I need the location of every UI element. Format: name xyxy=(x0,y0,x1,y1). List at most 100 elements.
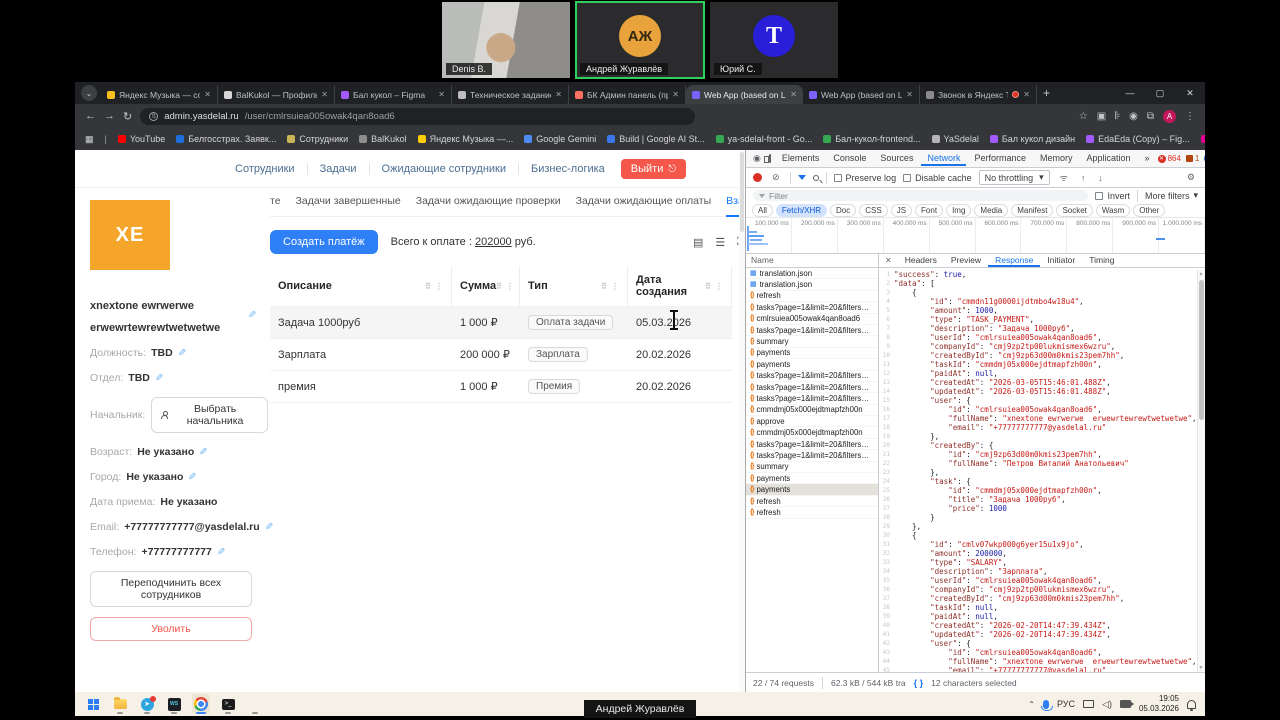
request-row[interactable]: summary xyxy=(746,336,878,348)
request-row[interactable]: cmmdmj05x000ejdtmapfzh00n xyxy=(746,427,878,439)
tab-close-icon[interactable]: ✕ xyxy=(204,90,211,99)
edit-field-icon[interactable]: ✎ xyxy=(155,373,163,384)
drag-handle-icon[interactable] xyxy=(601,282,607,291)
taskbar-app-icon[interactable]: >_ xyxy=(219,694,237,714)
request-row[interactable]: tasks?page=1&limit=20&filters%5... xyxy=(746,382,878,394)
task-tab[interactable]: Задачи ожидающие проверки xyxy=(416,195,561,207)
bookmark-item[interactable]: Бал-кукол-frontend... xyxy=(823,134,921,144)
task-tab[interactable]: Задачи завершенные xyxy=(296,195,401,207)
admin-nav-link[interactable]: Задачи xyxy=(308,163,370,175)
browser-tab[interactable]: Web App (based on LiteF ✕ xyxy=(803,85,920,104)
bookmark-item[interactable]: BalKukol xyxy=(359,134,407,144)
response-pane-tab[interactable]: Headers xyxy=(898,254,944,267)
response-json-viewer[interactable]: 1 "success": true, 2 "data": [3 {4 "id": "c… xyxy=(879,268,1205,672)
request-row[interactable]: translation.json xyxy=(746,268,878,280)
notifications-bell-icon[interactable] xyxy=(1187,699,1196,711)
tab-close-icon[interactable]: ✕ xyxy=(906,90,913,99)
taskbar-app-icon[interactable] xyxy=(111,694,129,714)
table-header-cell[interactable]: Описание xyxy=(270,266,452,306)
response-pane-tab[interactable]: Initiator xyxy=(1040,254,1082,267)
bookmark-item[interactable]: GraphQL Playground xyxy=(1200,134,1205,144)
bookmark-item[interactable]: EdaEda (Copy) – Fig... xyxy=(1086,134,1190,144)
edit-field-icon[interactable]: ✎ xyxy=(178,348,186,359)
task-tab[interactable]: те xyxy=(270,195,281,207)
speaker-icon[interactable]: ◁) xyxy=(1102,699,1112,710)
tab-close-icon[interactable]: ✕ xyxy=(672,90,679,99)
table-density-icon[interactable] xyxy=(693,236,703,249)
clear-network-icon[interactable] xyxy=(769,172,783,183)
request-row[interactable]: tasks?page=1&limit=20&filters%5... xyxy=(746,393,878,405)
logout-button[interactable]: Выйти xyxy=(620,159,687,179)
scrollbar-thumb[interactable] xyxy=(1199,280,1204,420)
browser-tab[interactable]: Web App (based on LiteF ✕ xyxy=(686,85,803,104)
filter-chip[interactable]: Other xyxy=(1133,203,1166,217)
device-toolbar-icon[interactable] xyxy=(763,154,771,163)
tab-close-icon[interactable]: ✕ xyxy=(321,90,328,99)
table-row[interactable]: Зарплата 200 000 ₽ Зарплата 20.02.2026 xyxy=(270,338,732,370)
bookmark-item[interactable]: Яндекс Музыка —... xyxy=(417,134,513,144)
request-row[interactable]: payments xyxy=(746,484,878,496)
throttling-select[interactable]: No throttling xyxy=(978,170,1050,185)
filter-chip[interactable]: Wasm xyxy=(1095,203,1131,217)
extension-icon[interactable] xyxy=(1097,111,1106,122)
devtools-tab[interactable]: Console xyxy=(827,151,872,166)
request-row[interactable]: tasks?page=1&limit=20&filters%5... xyxy=(746,302,878,314)
request-row[interactable]: refresh xyxy=(746,291,878,303)
forward-button[interactable] xyxy=(104,110,115,122)
filter-chip[interactable]: All xyxy=(752,203,773,217)
tab-close-icon[interactable]: ✕ xyxy=(555,90,562,99)
apps-grid-icon[interactable] xyxy=(85,134,94,145)
network-overview-timeline[interactable]: 100.000 ms 200.000 ms 300.000 ms 400.000… xyxy=(746,218,1205,254)
preserve-log-checkbox[interactable]: Preserve log xyxy=(833,173,896,183)
participant-tile[interactable]: АЖ Андрей Журавлёв xyxy=(575,1,705,79)
column-menu-icon[interactable] xyxy=(715,282,723,291)
list-view-icon[interactable] xyxy=(715,236,725,249)
minimize-button[interactable] xyxy=(1115,88,1145,99)
column-menu-icon[interactable] xyxy=(611,282,619,291)
more-filters-button[interactable]: More filters xyxy=(1145,190,1198,201)
requests-count[interactable]: 22 / 74 requests xyxy=(753,678,814,688)
participant-tile[interactable]: Т Юрий С. xyxy=(710,2,838,78)
task-tab[interactable]: Задачи ожидающие оплаты xyxy=(576,195,712,207)
request-row[interactable]: tasks?page=1&limit=20&filters%5... xyxy=(746,371,878,382)
total-amount[interactable]: 202000 xyxy=(475,236,512,248)
edit-name-icon[interactable]: ✎ xyxy=(248,310,256,321)
bookmark-item[interactable]: Google Gemini xyxy=(524,134,596,144)
admin-nav-link[interactable]: Сотрудники xyxy=(223,163,308,175)
browser-tab[interactable]: Бал кукол – Figma ✕ xyxy=(335,85,452,104)
profile-avatar[interactable]: A xyxy=(1163,109,1176,123)
browser-tab[interactable]: Техническое задание: А ✕ xyxy=(452,85,569,104)
warning-badge[interactable]: 1 xyxy=(1185,154,1199,163)
reload-button[interactable] xyxy=(123,110,132,123)
filter-chip[interactable]: Media xyxy=(974,203,1009,217)
response-pane-tab[interactable]: Response xyxy=(988,254,1040,267)
network-settings-icon[interactable] xyxy=(1184,172,1198,183)
maximize-button[interactable] xyxy=(1145,88,1175,99)
filter-toggle-icon[interactable] xyxy=(797,175,806,180)
filter-chip[interactable]: JS xyxy=(890,203,913,217)
filter-chip[interactable]: Font xyxy=(915,203,944,217)
search-icon[interactable] xyxy=(812,174,819,181)
browser-menu-icon[interactable] xyxy=(1185,111,1195,122)
table-header-cell[interactable]: Сумма xyxy=(452,266,520,306)
mic-tray-icon[interactable] xyxy=(1041,699,1053,711)
browser-tab[interactable]: BalKukol — Профиль ✕ xyxy=(218,85,335,104)
edit-field-icon[interactable]: ✎ xyxy=(199,447,207,458)
table-header-cell[interactable]: Дата создания xyxy=(628,266,732,306)
request-row[interactable]: cmmdmj05x000ejdtmapfzh00n xyxy=(746,405,878,417)
close-button[interactable] xyxy=(1175,88,1205,99)
taskbar-app-icon[interactable] xyxy=(246,694,264,714)
taskbar-app-icon[interactable] xyxy=(84,694,102,714)
select-boss-button[interactable]: Выбрать начальника xyxy=(151,397,268,433)
filter-chip[interactable]: Fetch/XHR xyxy=(775,203,828,217)
request-row[interactable]: tasks?page=1&limit=20&filters%5... xyxy=(746,450,878,462)
devtools-tab[interactable]: Sources xyxy=(874,151,919,166)
filter-chip[interactable]: Socket xyxy=(1056,203,1093,217)
extensions-icon[interactable] xyxy=(1147,111,1154,122)
scrollbar-thumb[interactable] xyxy=(740,152,744,232)
request-row[interactable]: summary xyxy=(746,462,878,474)
error-badge[interactable]: ✕ 864 xyxy=(1157,154,1181,163)
filter-chip[interactable]: Img xyxy=(946,203,972,217)
mic-icon[interactable] xyxy=(1115,111,1120,122)
devtools-tab[interactable]: » xyxy=(1139,151,1156,166)
